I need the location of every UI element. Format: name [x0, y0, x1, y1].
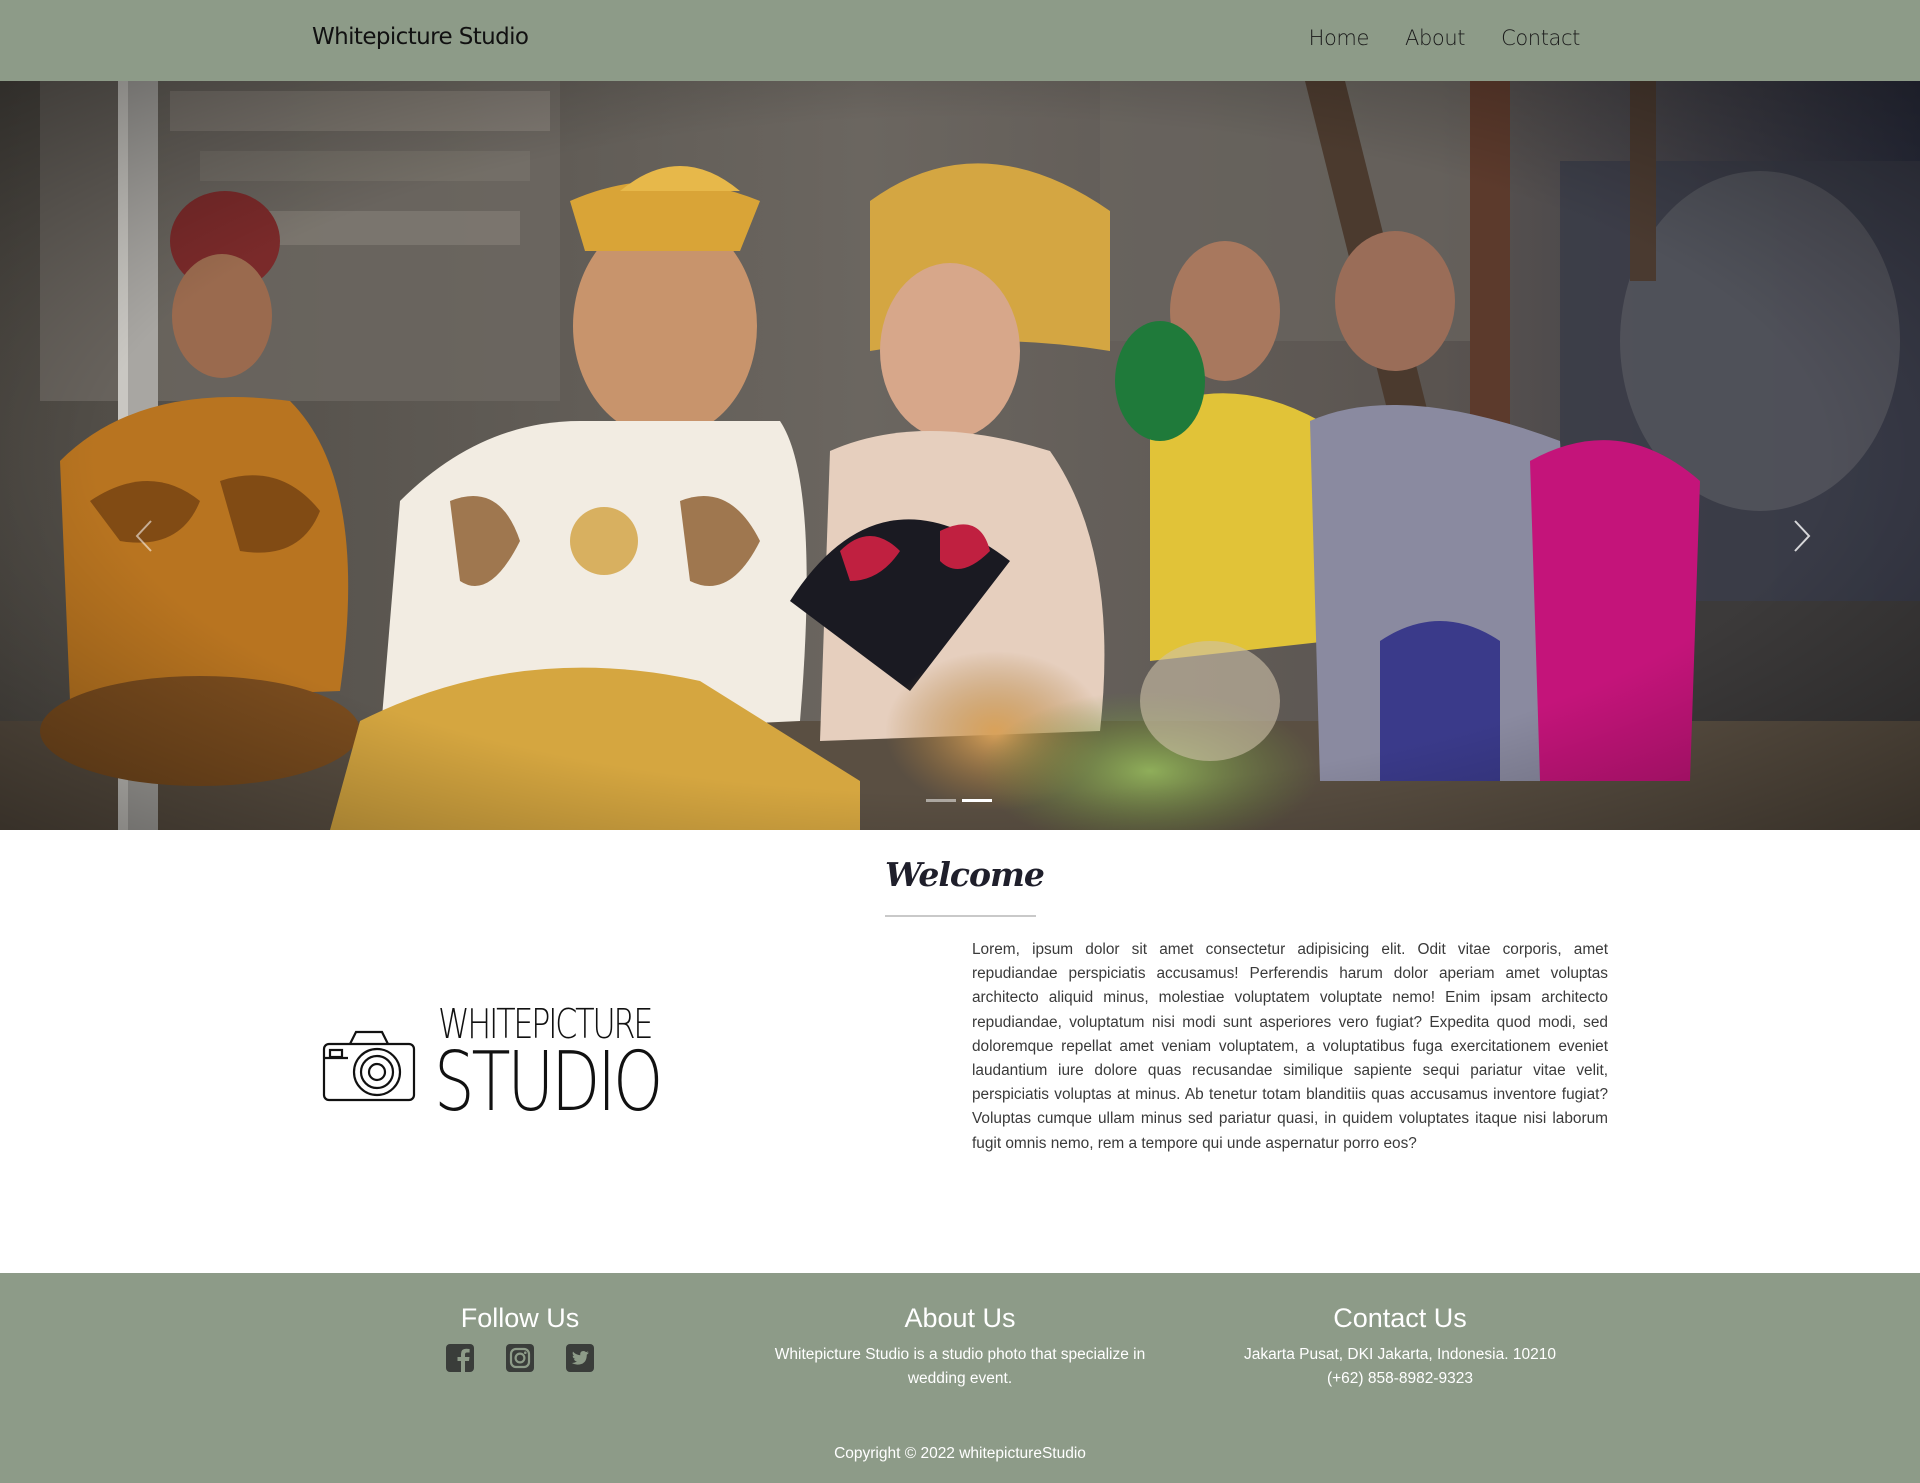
- footer-contact-address: Jakarta Pusat, DKI Jakarta, Indonesia. 1…: [1244, 1346, 1556, 1363]
- chevron-right-icon: [1794, 520, 1811, 552]
- footer-follow-title: Follow Us: [460, 1303, 580, 1333]
- carousel-next-button[interactable]: [1782, 511, 1822, 561]
- studio-logo: WHITEPICTURE STUDIO: [322, 996, 663, 1126]
- welcome-paragraph: Lorem, ipsum dolor sit amet consectetur …: [972, 941, 1608, 1152]
- carousel-indicator-2[interactable]: [962, 799, 992, 802]
- welcome-heading: Welcome: [885, 855, 1045, 894]
- twitter-icon[interactable]: [565, 1343, 595, 1373]
- footer-about-title: About Us: [904, 1303, 1016, 1333]
- footer: Follow Us About Us Whitepicture Studio i…: [0, 1273, 1920, 1483]
- camera-icon: [322, 1030, 416, 1102]
- navbar: Whitepicture Studio Home About Contact: [0, 0, 1920, 81]
- chevron-left-icon: [135, 520, 152, 552]
- copyright-text: Copyright © 2022 whitepictureStudio: [834, 1445, 1086, 1462]
- nav-link-home[interactable]: Home: [1309, 26, 1370, 50]
- carousel-slide-image: [0, 81, 1920, 830]
- carousel-prev-button[interactable]: [124, 511, 164, 561]
- hero-carousel: [0, 81, 1920, 830]
- footer-about-text: Whitepicture Studio is a studio photo th…: [774, 1346, 1146, 1387]
- social-links: [300, 1343, 740, 1373]
- nav-link-about[interactable]: About: [1405, 26, 1465, 50]
- footer-about-section: About Us Whitepicture Studio is a studio…: [740, 1303, 1180, 1391]
- carousel-indicator-1[interactable]: [926, 799, 956, 802]
- logo-text-studio: STUDIO: [434, 1035, 663, 1130]
- footer-contact-title: Contact Us: [1333, 1303, 1467, 1333]
- instagram-icon[interactable]: [505, 1343, 535, 1373]
- footer-follow-section: Follow Us: [300, 1303, 740, 1373]
- nav-links: Home About Contact: [1309, 26, 1581, 50]
- facebook-icon[interactable]: [445, 1343, 475, 1373]
- footer-contact-phone: (+62) 858-8982-9323: [1326, 1370, 1474, 1387]
- carousel-indicators: [926, 799, 992, 802]
- welcome-divider: [885, 915, 1036, 917]
- footer-contact-section: Contact Us Jakarta Pusat, DKI Jakarta, I…: [1180, 1303, 1620, 1391]
- brand-link[interactable]: Whitepicture Studio: [312, 24, 529, 50]
- nav-link-contact[interactable]: Contact: [1501, 26, 1580, 50]
